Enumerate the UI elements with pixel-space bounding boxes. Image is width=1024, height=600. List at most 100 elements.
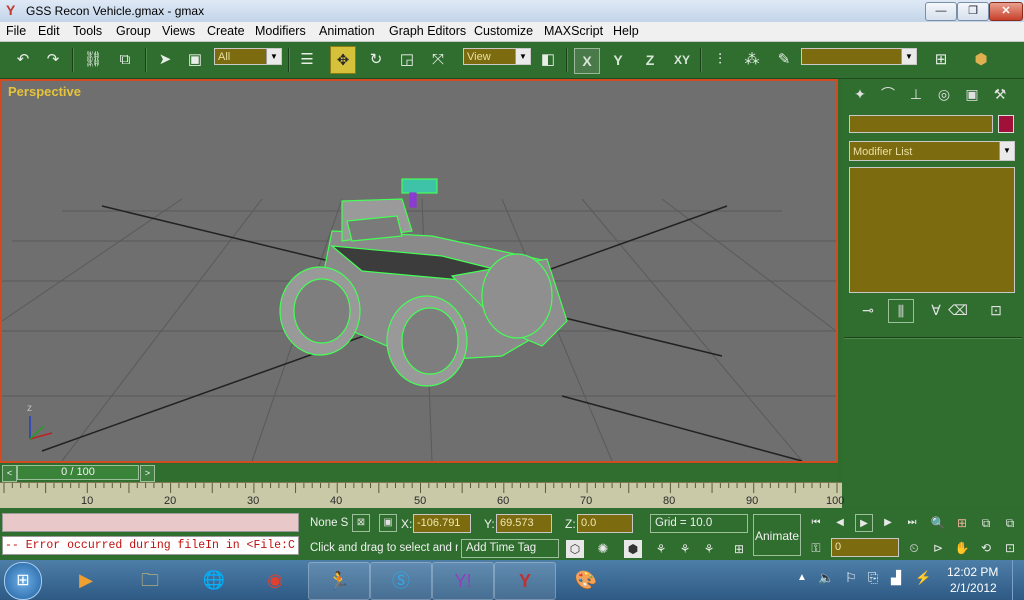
- show-desktop-button[interactable]: [1012, 560, 1024, 600]
- remove-modifier-icon[interactable]: ⌫: [946, 299, 970, 321]
- array-icon[interactable]: ⁂: [739, 46, 765, 74]
- paint-icon[interactable]: 🎨: [556, 562, 616, 598]
- redo-icon[interactable]: ↷: [40, 46, 66, 74]
- flag-icon[interactable]: ⚐: [845, 570, 857, 586]
- pan-icon[interactable]: ✋: [953, 539, 971, 557]
- snap-toggle-icon[interactable]: ✺: [594, 540, 612, 558]
- align-icon[interactable]: ✎: [771, 46, 797, 74]
- mirror-icon[interactable]: ⫶: [707, 46, 733, 74]
- add-time-tag-button[interactable]: Add Time Tag: [461, 539, 559, 558]
- file-explorer-icon[interactable]: 🗀: [120, 562, 180, 598]
- utilities-tab-icon[interactable]: ⚒: [988, 83, 1012, 105]
- z-coordinate-field[interactable]: 0.0: [577, 514, 633, 533]
- maximize-viewport-icon[interactable]: ⊡: [1001, 539, 1019, 557]
- edit-named-selection-icon[interactable]: ⚘: [700, 540, 718, 558]
- hierarchy-tab-icon[interactable]: ⊥: [904, 83, 928, 105]
- y-coordinate-field[interactable]: 69.573: [496, 514, 552, 533]
- zoom-all-icon[interactable]: ⊞: [953, 514, 971, 532]
- volume-icon[interactable]: 🔈: [818, 570, 834, 586]
- key-mode-icon[interactable]: ⚿: [807, 539, 825, 557]
- minimize-button[interactable]: —: [925, 2, 957, 21]
- menu-maxscript[interactable]: MAXScript: [544, 24, 603, 38]
- select-and-move-icon[interactable]: ✥: [330, 46, 356, 74]
- named-selection-dropdown[interactable]: ▼: [801, 48, 917, 65]
- previous-frame-icon[interactable]: ◀: [831, 514, 849, 532]
- x-coordinate-field[interactable]: -106.791: [413, 514, 471, 533]
- yahoo-messenger-icon[interactable]: Y!: [432, 562, 494, 600]
- object-color-swatch[interactable]: [998, 115, 1014, 133]
- menu-views[interactable]: Views: [162, 24, 195, 38]
- isolate-icon[interactable]: ⊞: [730, 540, 748, 558]
- zoom-extents-icon[interactable]: ⧉: [977, 514, 995, 532]
- network-signal-icon[interactable]: ▟: [891, 570, 901, 586]
- app-icon[interactable]: Y: [6, 3, 21, 18]
- next-frame-icon[interactable]: ▶: [879, 514, 897, 532]
- absolute-mode-icon[interactable]: ▣: [379, 514, 397, 532]
- usb-icon[interactable]: ⎘: [868, 570, 878, 586]
- menu-group[interactable]: Group: [116, 24, 151, 38]
- restrict-y-button[interactable]: Y: [606, 48, 630, 72]
- configure-sets-icon[interactable]: ⊡: [984, 299, 1008, 321]
- menu-file[interactable]: File: [6, 24, 26, 38]
- chrome-icon[interactable]: ◉: [245, 562, 305, 598]
- motion-tab-icon[interactable]: ◎: [932, 83, 956, 105]
- selection-lock-icon[interactable]: ⬡: [566, 540, 584, 558]
- go-to-end-icon[interactable]: ⏭: [903, 514, 921, 532]
- zoom-icon[interactable]: 🔍: [929, 514, 947, 532]
- selection-filter-dropdown[interactable]: All ▼: [214, 48, 282, 65]
- power-icon[interactable]: ⚡: [915, 570, 931, 586]
- maxscript-listener-input[interactable]: [2, 513, 299, 532]
- angle-snap-icon[interactable]: ⬢: [624, 540, 642, 558]
- clock-time[interactable]: 12:02 PM: [947, 565, 998, 579]
- close-button[interactable]: ✕: [989, 2, 1023, 21]
- menu-tools[interactable]: Tools: [73, 24, 102, 38]
- percent-snap-icon[interactable]: ⚘: [652, 540, 670, 558]
- skype-icon[interactable]: Ⓢ: [370, 562, 432, 600]
- track-bar[interactable]: 10 20 30 40 50 60 70 80 90 100: [0, 482, 844, 509]
- time-slider-prev-icon[interactable]: <: [2, 465, 17, 482]
- go-to-start-icon[interactable]: ⏮: [807, 514, 825, 532]
- select-object-icon[interactable]: ➤: [152, 46, 178, 74]
- select-region-icon[interactable]: ▣: [182, 46, 208, 74]
- modifier-list-dropdown[interactable]: Modifier List ▼: [849, 141, 1015, 161]
- select-by-name-icon[interactable]: ☰: [294, 46, 320, 74]
- restrict-x-button[interactable]: X: [574, 48, 600, 74]
- aim-icon[interactable]: 🏃: [308, 562, 370, 600]
- menu-help[interactable]: Help: [613, 24, 639, 38]
- pivot-center-icon[interactable]: ◧: [535, 46, 561, 74]
- maximize-button[interactable]: ❐: [957, 2, 989, 21]
- menu-modifiers[interactable]: Modifiers: [255, 24, 306, 38]
- play-icon[interactable]: ▶: [855, 514, 873, 532]
- time-slider-next-icon[interactable]: >: [140, 465, 155, 482]
- track-view-icon[interactable]: ⊞: [928, 46, 954, 74]
- reference-coordinate-dropdown[interactable]: View ▼: [463, 48, 531, 65]
- modify-tab-icon[interactable]: ⌒: [876, 83, 900, 105]
- media-player-icon[interactable]: ▶: [56, 562, 116, 598]
- display-tab-icon[interactable]: ▣: [960, 83, 984, 105]
- network-globe-icon[interactable]: 🌐: [184, 562, 244, 598]
- maxscript-error-output[interactable]: -- Error occurred during fileIn in <File…: [2, 536, 299, 555]
- lock-selection-icon[interactable]: ⊠: [352, 514, 370, 532]
- current-frame-field[interactable]: 0: [831, 538, 899, 557]
- manipulate-icon[interactable]: ⤧: [425, 46, 451, 74]
- restrict-xy-button[interactable]: XY: [670, 48, 694, 72]
- gmax-taskbar-icon[interactable]: Y: [494, 562, 556, 600]
- show-end-result-icon[interactable]: ⫼: [888, 299, 914, 323]
- undo-icon[interactable]: ↶: [10, 46, 36, 74]
- object-name-field[interactable]: [849, 115, 993, 133]
- perspective-viewport[interactable]: Perspective z: [0, 79, 838, 463]
- create-tab-icon[interactable]: ✦: [848, 83, 872, 105]
- pin-stack-icon[interactable]: ⊸: [856, 299, 880, 321]
- clock-date[interactable]: 2/1/2012: [950, 581, 997, 595]
- field-of-view-icon[interactable]: ⊳: [929, 539, 947, 557]
- unlink-selection-icon[interactable]: ⧉: [112, 46, 138, 74]
- time-slider-thumb[interactable]: 0 / 100: [17, 465, 139, 480]
- select-and-scale-icon[interactable]: ◲: [394, 46, 420, 74]
- select-and-link-icon[interactable]: ⛓: [80, 46, 106, 74]
- viewport-label[interactable]: Perspective: [8, 84, 81, 99]
- menu-customize[interactable]: Customize: [474, 24, 533, 38]
- select-and-rotate-icon[interactable]: ↻: [363, 46, 389, 74]
- restrict-z-button[interactable]: Z: [638, 48, 662, 72]
- zoom-extents-all-icon[interactable]: ⧉: [1001, 514, 1019, 532]
- menu-animation[interactable]: Animation: [319, 24, 375, 38]
